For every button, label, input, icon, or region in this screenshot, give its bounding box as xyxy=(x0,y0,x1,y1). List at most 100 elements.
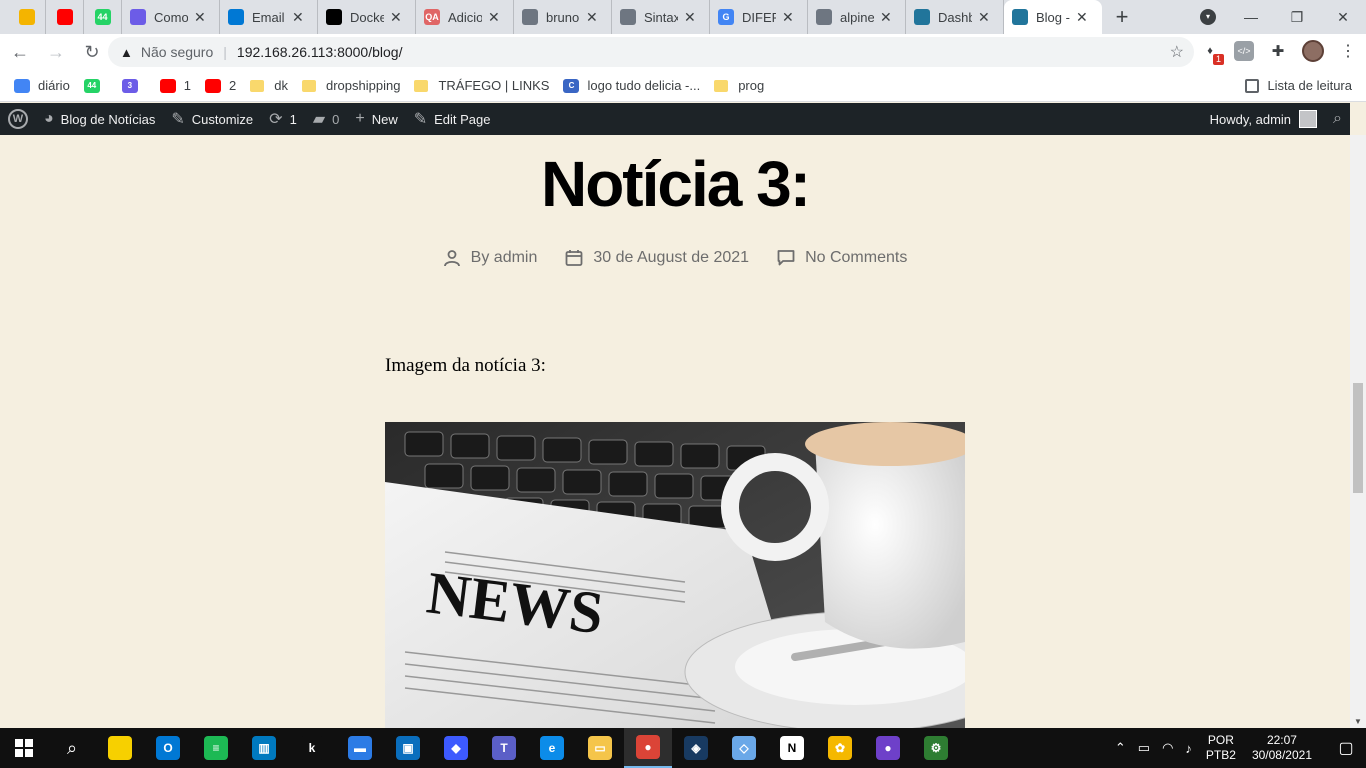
close-window-icon[interactable]: ✕ xyxy=(1320,9,1366,26)
browser-tab[interactable]: G DIFER ✕ xyxy=(710,0,808,34)
menu-icon[interactable]: ⋮ xyxy=(1338,41,1358,61)
browser-tab[interactable]: Sintax ✕ xyxy=(612,0,710,34)
my-account-link[interactable]: Howdy, admin xyxy=(1202,103,1325,135)
new-tab-button[interactable]: + xyxy=(1102,0,1142,34)
browser-tab[interactable]: Email ✕ xyxy=(220,0,318,34)
taskbar-app-network-app[interactable]: ⚙ xyxy=(912,728,960,768)
tab-close-icon[interactable]: ✕ xyxy=(880,9,892,26)
reading-list-button[interactable]: Lista de leitura xyxy=(1245,78,1352,93)
bookmark-item[interactable]: Clogo tudo delicia -... xyxy=(563,78,700,93)
browser-tab[interactable]: Dashb ✕ xyxy=(906,0,1004,34)
taskbar-search-button[interactable]: ⌕ xyxy=(48,728,96,768)
tab-close-icon[interactable]: ✕ xyxy=(488,9,500,26)
page-scrollbar[interactable]: ▼ xyxy=(1350,135,1366,728)
reload-icon[interactable]: ↻ xyxy=(76,36,108,68)
bookmark-item[interactable]: diário xyxy=(14,78,70,93)
updates-link[interactable]: ⟳ 1 xyxy=(261,103,305,135)
url-text[interactable]: 192.168.26.113:8000/blog/ xyxy=(237,44,403,60)
taskbar-app-sticky-notes[interactable] xyxy=(96,728,144,768)
notification-icon[interactable]: ▢ xyxy=(1326,738,1366,758)
post-comments[interactable]: No Comments xyxy=(777,249,907,267)
forward-icon[interactable]: → xyxy=(40,36,72,68)
bookmark-item[interactable]: 44 xyxy=(83,78,108,93)
taskbar-app-trello[interactable]: ▥ xyxy=(240,728,288,768)
bookmark-item[interactable]: dk xyxy=(250,78,288,93)
tab-close-icon[interactable]: ✕ xyxy=(194,9,206,26)
browser-tab[interactable]: alpine ✕ xyxy=(808,0,906,34)
extension-icon[interactable]: ♦ 1 xyxy=(1200,41,1224,65)
taskbar-app-app-yellow[interactable]: ▬ xyxy=(336,728,384,768)
browser-tab[interactable]: Blog - ✕ xyxy=(1004,0,1102,34)
back-icon[interactable]: ← xyxy=(4,36,36,68)
post-title: Notícia 3: xyxy=(540,148,811,220)
minimize-icon[interactable]: — xyxy=(1228,9,1274,25)
taskbar-app-chrome[interactable]: ● xyxy=(624,728,672,768)
warning-icon[interactable]: ▲ xyxy=(120,45,133,60)
browser-tab[interactable]: Docke ✕ xyxy=(318,0,416,34)
tab-close-icon[interactable]: ✕ xyxy=(1076,9,1088,26)
tray-expand-icon[interactable]: ⌃ xyxy=(1115,740,1126,756)
bookmark-item[interactable]: 1 xyxy=(159,78,191,93)
puzzle-icon[interactable]: ✚ xyxy=(1268,41,1288,61)
devtools-extension-icon[interactable]: </> xyxy=(1234,41,1254,61)
taskbar-app-app-shield[interactable]: ◆ xyxy=(432,728,480,768)
new-content-link[interactable]: + New xyxy=(347,103,405,135)
system-clock[interactable]: 22:07 30/08/2021 xyxy=(1252,733,1312,763)
taskbar-app-github-desktop[interactable]: ● xyxy=(864,728,912,768)
chrome-icon: ● xyxy=(636,735,660,759)
browser-tab[interactable] xyxy=(46,0,84,34)
browser-tab[interactable]: Como ✕ xyxy=(122,0,220,34)
bookmark-item[interactable]: dropshipping xyxy=(302,78,400,93)
scrollbar-thumb[interactable] xyxy=(1353,383,1363,493)
wp-logo-button[interactable]: W xyxy=(0,103,36,135)
battery-icon[interactable]: ▭ xyxy=(1138,740,1150,756)
address-bar[interactable]: ▲ Não seguro | 192.168.26.113:8000/blog/… xyxy=(108,37,1194,67)
restore-icon[interactable]: ❐ xyxy=(1274,9,1320,26)
bookmark-star-icon[interactable]: ☆ xyxy=(1170,42,1184,62)
browser-tab[interactable]: QA Adicio ✕ xyxy=(416,0,514,34)
taskbar-app-virtualbox[interactable]: ◈ xyxy=(672,728,720,768)
bookmark-item[interactable]: TRÁFEGO | LINKS xyxy=(414,78,549,93)
tab-close-icon[interactable]: ✕ xyxy=(978,9,990,26)
admin-search-button[interactable]: ⌕ xyxy=(1325,103,1350,135)
language-indicator[interactable]: POR PTB2 xyxy=(1206,733,1236,763)
browser-tab[interactable] xyxy=(8,0,46,34)
tab-close-icon[interactable]: ✕ xyxy=(390,9,402,26)
site-name-link[interactable]: ◕ Blog de Notícias xyxy=(36,103,163,135)
customize-link[interactable]: ✎ Customize xyxy=(163,103,261,135)
dashboard-icon: ◕ xyxy=(44,110,54,127)
taskbar-app-teams[interactable]: T xyxy=(480,728,528,768)
windows-taskbar: ⌕ O ≡ ▥ k ▬ ▣ ◆ Te ▭ ● ◈ ◇ N ✿ ● ⚙ ⌃ ▭ ◠ ♪ POR PTB2 22:… xyxy=(0,728,1366,768)
edit-page-link[interactable]: ✎ Edit Page xyxy=(406,103,499,135)
taskbar-app-notion[interactable]: N xyxy=(768,728,816,768)
taskbar-app-kaspersky[interactable]: k xyxy=(288,728,336,768)
tab-close-icon[interactable]: ✕ xyxy=(782,9,794,26)
taskbar-app-edge[interactable]: e xyxy=(528,728,576,768)
taskbar-app-outlook[interactable]: O xyxy=(144,728,192,768)
site-name-label: Blog de Notícias xyxy=(60,111,156,127)
taskbar-app-app-blue[interactable]: ◇ xyxy=(720,728,768,768)
taskbar-app-spotify[interactable]: ≡ xyxy=(192,728,240,768)
tab-close-icon[interactable]: ✕ xyxy=(292,9,304,26)
comments-link[interactable]: ▰ 0 xyxy=(305,103,348,135)
post-date[interactable]: 30 de August de 2021 xyxy=(565,249,749,267)
volume-icon[interactable]: ♪ xyxy=(1185,741,1192,756)
taskbar-app-app-folder[interactable]: ✿ xyxy=(816,728,864,768)
tab-close-icon[interactable]: ✕ xyxy=(684,9,696,26)
bookmark-item[interactable]: prog xyxy=(714,78,764,93)
post-author[interactable]: By admin xyxy=(443,249,537,267)
profile-avatar[interactable] xyxy=(1302,40,1324,62)
tab-close-icon[interactable]: ✕ xyxy=(586,9,598,26)
bookmark-item[interactable]: 3 xyxy=(121,78,146,93)
scroll-down-icon[interactable]: ▼ xyxy=(1354,717,1362,726)
bookmark-item[interactable]: 2 xyxy=(205,78,236,93)
security-label[interactable]: Não seguro xyxy=(141,44,213,60)
post-date-label: 30 de August de 2021 xyxy=(593,249,750,266)
browser-tab[interactable]: 44 xyxy=(84,0,122,34)
browser-tab[interactable]: bruno ✕ xyxy=(514,0,612,34)
start-button[interactable] xyxy=(0,728,48,768)
wifi-icon[interactable]: ◠ xyxy=(1162,740,1173,756)
taskbar-app-remote-desktop[interactable]: ▣ xyxy=(384,728,432,768)
taskbar-app-file-explorer[interactable]: ▭ xyxy=(576,728,624,768)
tab-search-icon[interactable]: ▾ xyxy=(1200,9,1216,25)
